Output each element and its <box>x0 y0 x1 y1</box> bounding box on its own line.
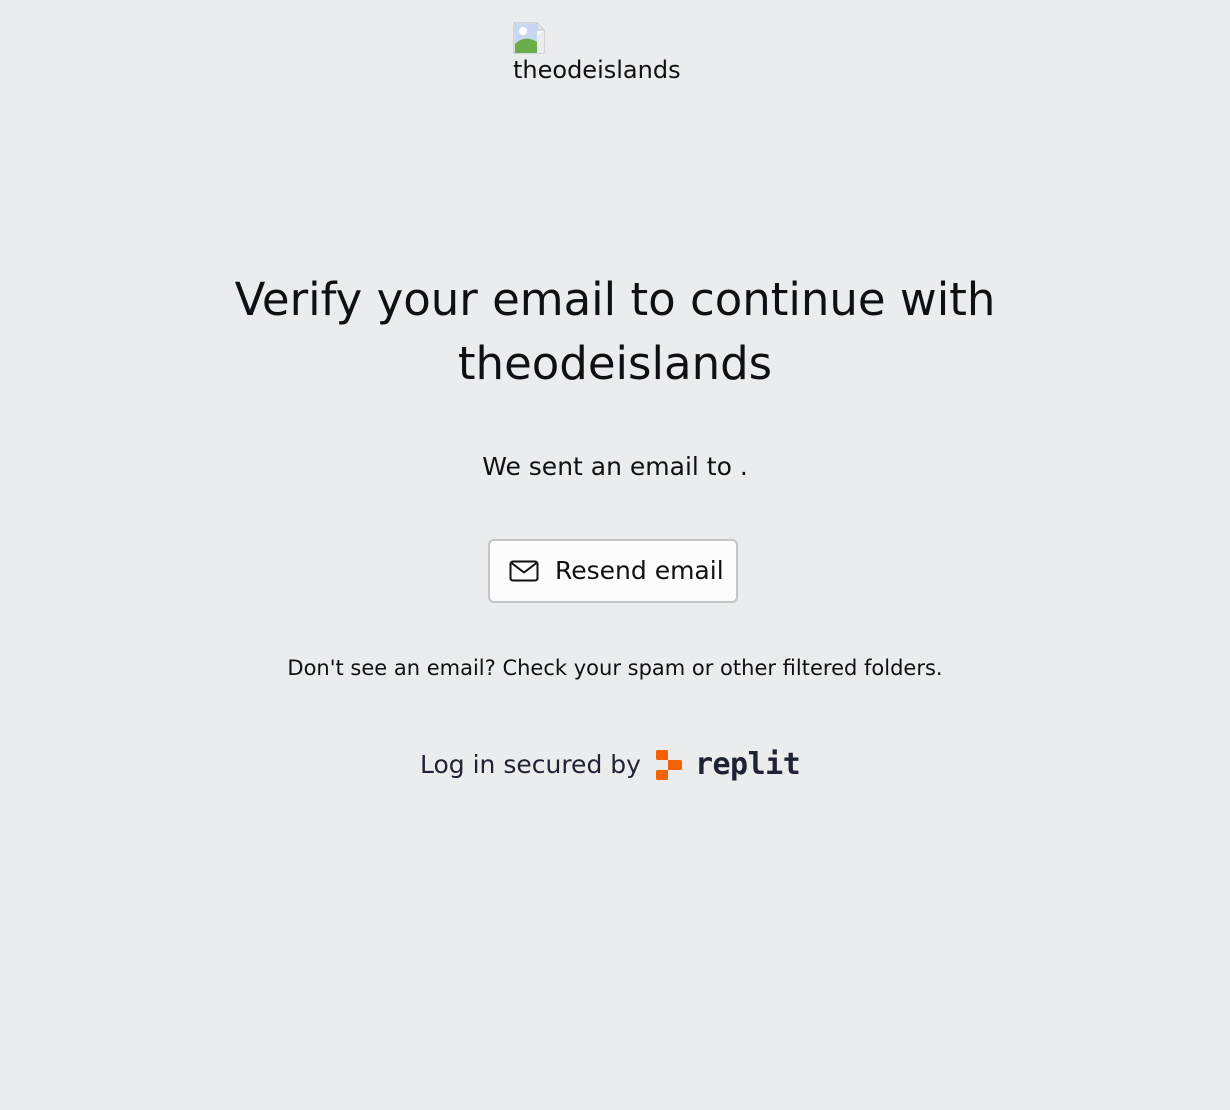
spam-hint: Don't see an email? Check your spam or o… <box>287 656 943 680</box>
replit-wordmark[interactable]: replit <box>695 749 801 781</box>
app-logo: theodeislands <box>513 22 681 84</box>
replit-logo-icon[interactable] <box>641 749 683 781</box>
secured-by-text: Log in secured by <box>420 750 641 779</box>
page-title: Verify your email to continue with theod… <box>0 268 1230 396</box>
resend-email-label: Resend email <box>555 556 724 585</box>
mail-icon <box>508 555 540 587</box>
logo-alt-text: theodeislands <box>513 56 681 84</box>
page-title-line-1: Verify your email to continue with <box>234 273 996 326</box>
sent-message: We sent an email to . <box>482 452 748 481</box>
broken-image-icon <box>513 22 545 54</box>
page-title-line-2: theodeislands <box>457 337 773 390</box>
resend-email-button[interactable]: Resend email <box>488 539 738 603</box>
secured-by: Log in secured by replit <box>420 745 801 785</box>
